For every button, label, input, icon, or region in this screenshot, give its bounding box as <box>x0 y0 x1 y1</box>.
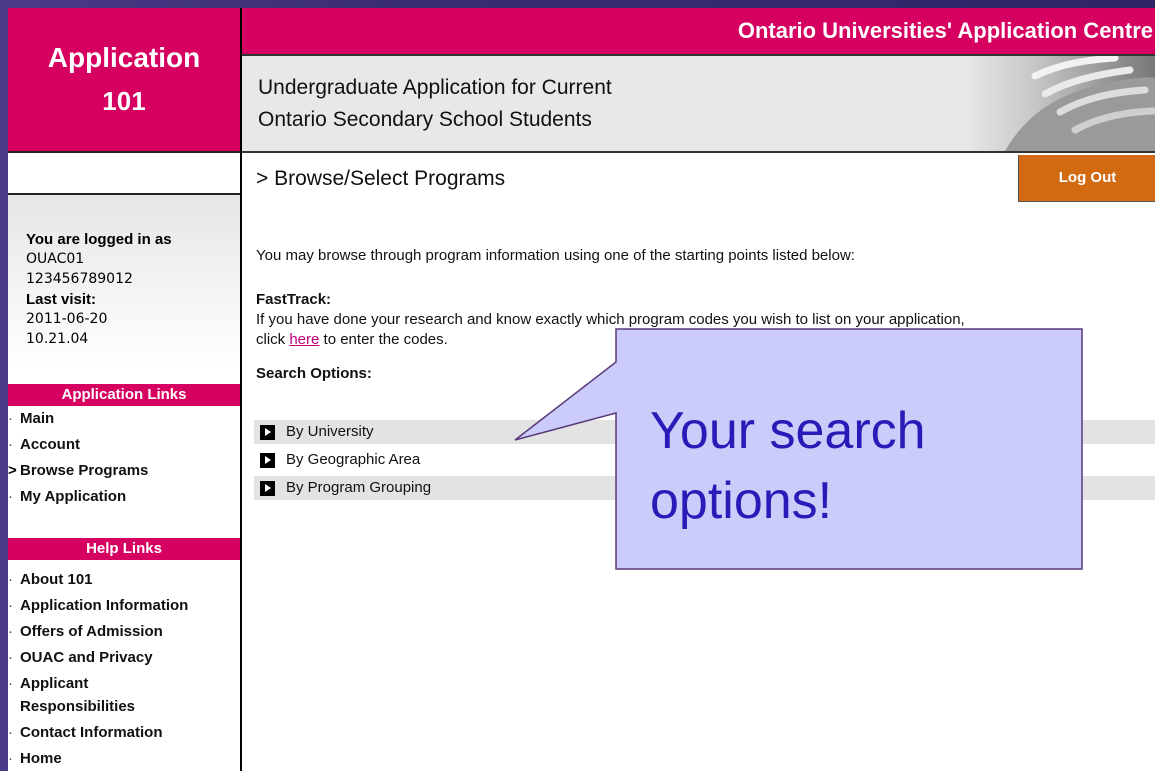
application-window: Application 101 You are logged in as OUA… <box>8 8 1155 771</box>
callout-line1: Your search <box>650 402 926 460</box>
callout-text: Your search options! <box>650 396 926 536</box>
callout-line2: options! <box>650 472 833 530</box>
speech-callout <box>514 328 1083 570</box>
